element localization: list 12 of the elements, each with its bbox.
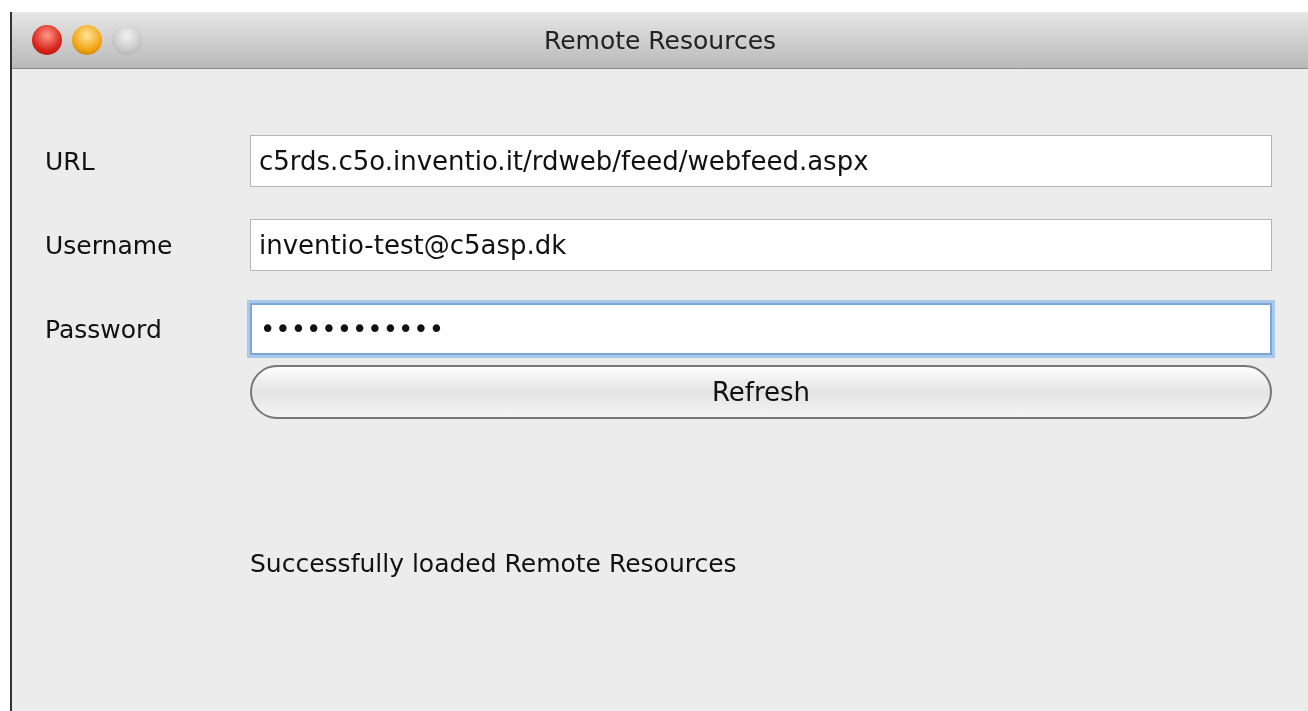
minimize-icon[interactable] (72, 25, 102, 55)
status-message: Successfully loaded Remote Resources (250, 549, 737, 578)
input-field[interactable]: c5rds.c5o.inventio.it/rdweb/feed/webfeed.aspx (250, 135, 1272, 187)
close-icon[interactable] (32, 25, 62, 55)
input-field[interactable]: inventio-test@c5asp.dk (250, 219, 1272, 271)
field-label: Username (45, 230, 174, 260)
window-title: Remote Resources (543, 25, 777, 55)
field-label: Password (45, 314, 163, 344)
refresh-button[interactable]: Refresh (250, 365, 1272, 419)
zoom-icon[interactable] (112, 25, 142, 55)
field-label: URL (45, 146, 96, 176)
input-field[interactable]: •••••••••••• (250, 303, 1272, 355)
